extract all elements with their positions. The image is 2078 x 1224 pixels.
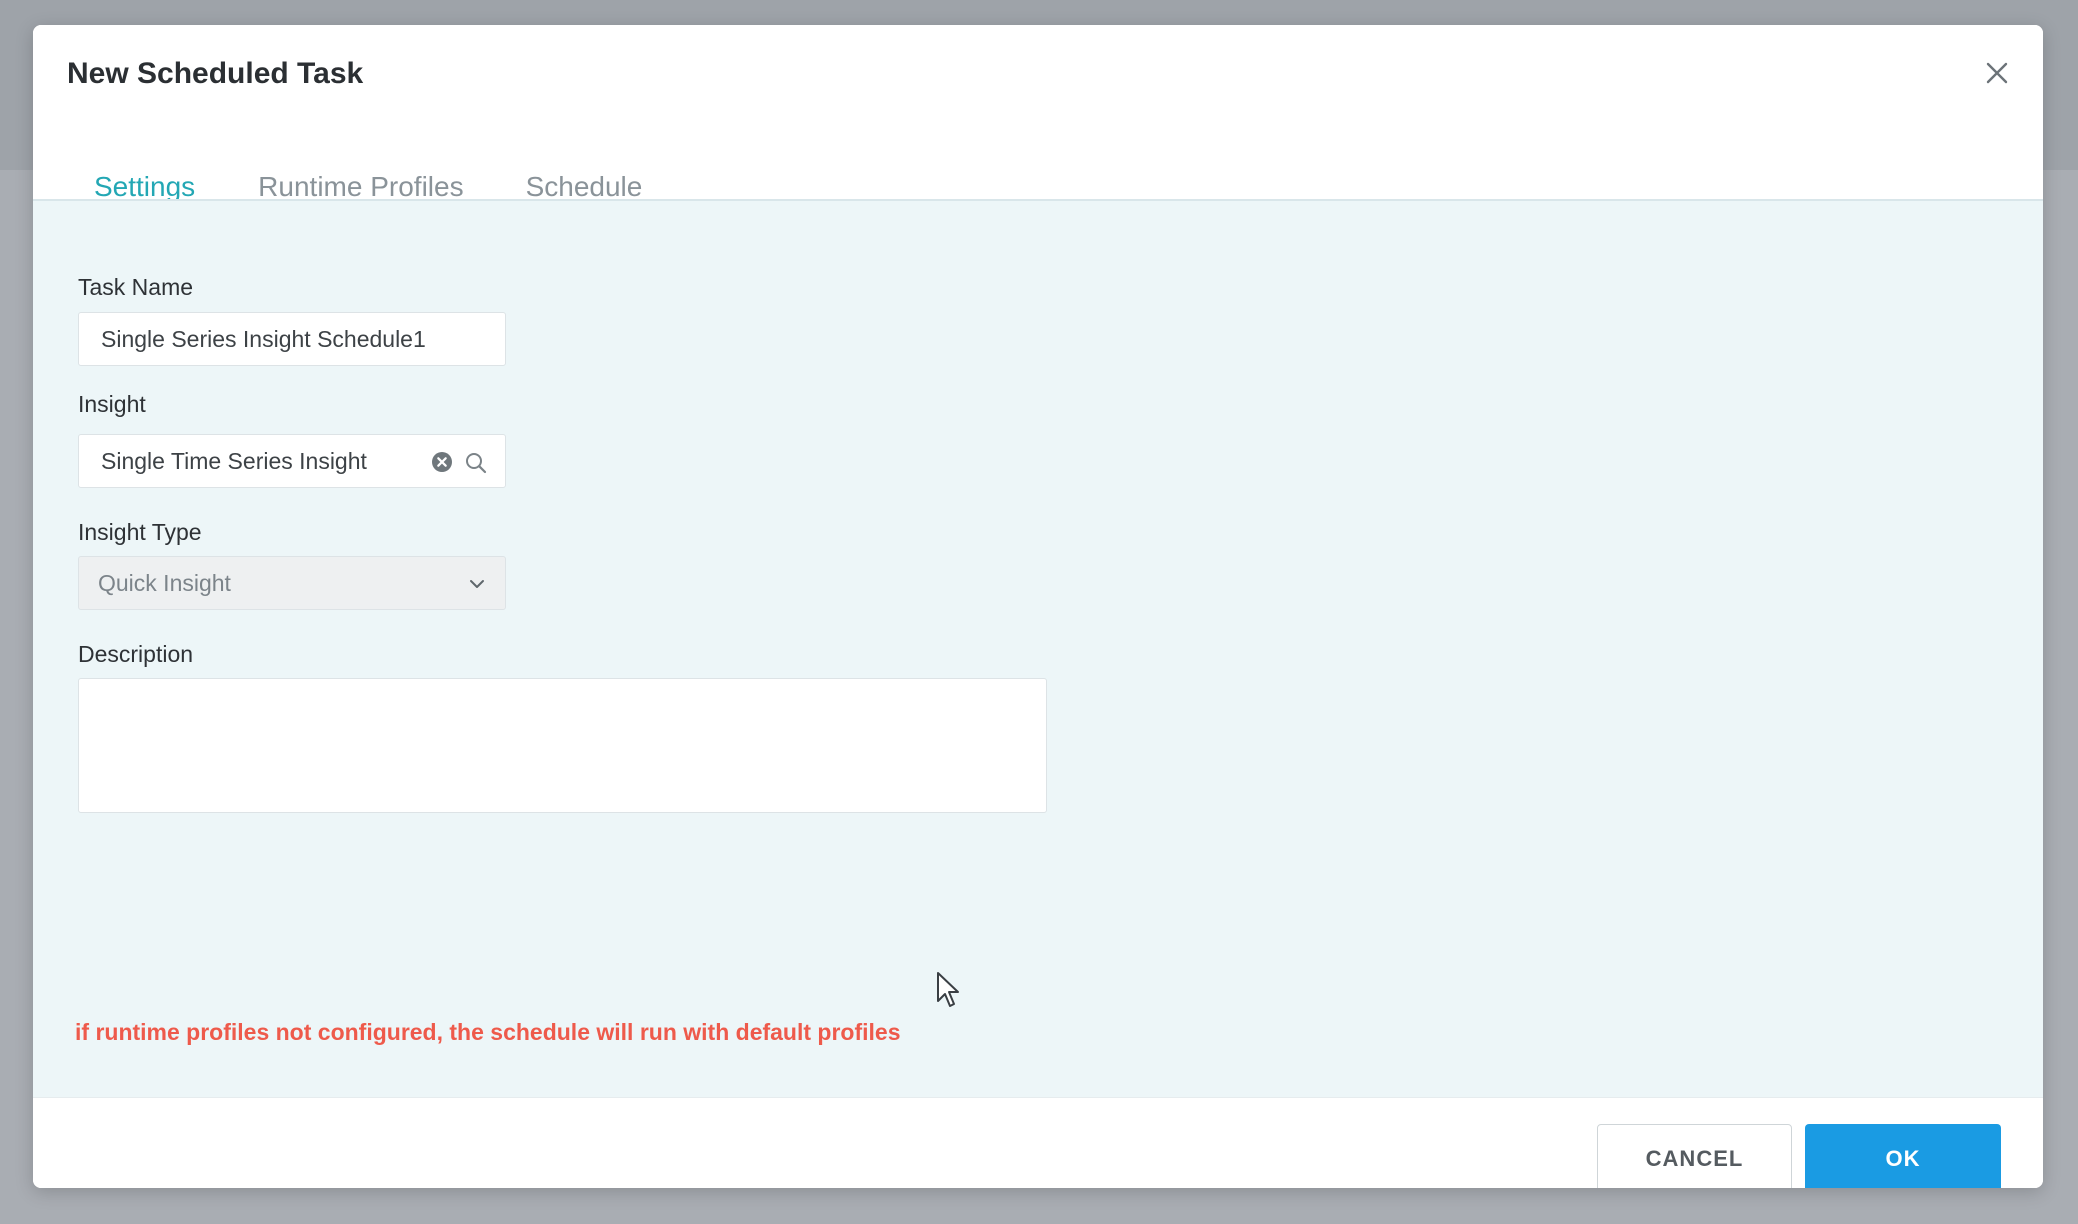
insight-type-label: Insight Type [78, 519, 202, 545]
runtime-profile-warning: if runtime profiles not configured, the … [75, 1019, 901, 1045]
description-textarea[interactable] [78, 678, 1047, 813]
tab-schedule[interactable]: Schedule [526, 145, 643, 202]
insight-type-value: Quick Insight [98, 569, 231, 596]
dialog-title: New Scheduled Task [67, 57, 364, 90]
insight-value: Single Time Series Insight [101, 447, 367, 474]
description-label: Description [78, 641, 194, 667]
close-button[interactable] [1977, 55, 2017, 95]
new-scheduled-task-dialog: New Scheduled Task Settings Runtime Prof… [33, 25, 2043, 1188]
ok-button[interactable]: OK [1805, 1124, 2001, 1188]
tab-settings[interactable]: Settings [67, 145, 223, 207]
insight-label: Insight [78, 391, 146, 417]
settings-panel: Task Name Single Series Insight Schedule… [33, 201, 2043, 1097]
dialog-footer: CANCEL OK [33, 1097, 2043, 1188]
close-icon [1984, 60, 2010, 91]
insight-type-select[interactable]: Quick Insight [78, 556, 506, 610]
tab-runtime-profiles[interactable]: Runtime Profiles [258, 145, 463, 202]
task-name-input[interactable]: Single Series Insight Schedule1 [78, 312, 506, 366]
task-name-value: Single Series Insight Schedule1 [101, 325, 426, 352]
clear-circle-icon[interactable] [431, 451, 453, 473]
chevron-down-icon [467, 574, 487, 594]
cancel-button[interactable]: CANCEL [1597, 1124, 1792, 1188]
search-icon[interactable] [464, 451, 488, 475]
task-name-label: Task Name [78, 274, 194, 300]
tab-bar: Settings Runtime Profiles Schedule [67, 145, 704, 207]
insight-input[interactable]: Single Time Series Insight [78, 434, 506, 488]
dialog-header: New Scheduled Task Settings Runtime Prof… [33, 25, 2043, 207]
mouse-pointer-icon [936, 971, 962, 1016]
